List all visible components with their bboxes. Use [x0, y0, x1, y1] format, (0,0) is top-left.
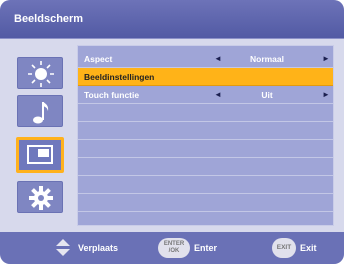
menu-row-empty: [78, 104, 333, 122]
menu-row-empty: [78, 140, 333, 158]
menu-row-label: Aspect: [84, 54, 113, 64]
enter-key-text: ENTER: [163, 241, 185, 247]
menu-row-label: Touch functie: [84, 90, 140, 100]
menu-row-empty: [78, 176, 333, 194]
exit-label: Exit: [300, 243, 317, 253]
left-arrow-icon[interactable]: ◄: [214, 90, 222, 99]
osd-menu-window: Beeldscherm Aspect ◄ Normaal ► Beeldinst…: [0, 0, 344, 264]
right-arrow-icon[interactable]: ►: [322, 54, 330, 63]
exit-key-icon: EXIT: [272, 238, 296, 258]
menu-row-aspect[interactable]: Aspect ◄ Normaal ►: [78, 50, 333, 68]
enter-key-icon: ENTER /OK: [158, 238, 190, 258]
menu-row-empty: [78, 122, 333, 140]
menu-row-empty: [78, 194, 333, 212]
sidebar-item-audio[interactable]: [17, 95, 63, 127]
gear-icon: [29, 186, 53, 210]
music-note-icon: [33, 102, 49, 124]
up-down-arrows-icon: [56, 239, 70, 256]
menu-row-touch-functie[interactable]: Touch functie ◄ Uit ►: [78, 86, 333, 104]
sidebar-item-settings[interactable]: [17, 181, 63, 213]
ok-key-text: /OK: [168, 248, 180, 254]
settings-panel: Aspect ◄ Normaal ► Beeldinstellingen Tou…: [77, 45, 334, 226]
brightness-icon: [28, 61, 54, 87]
menu-row-beeldinstellingen[interactable]: Beeldinstellingen: [78, 68, 333, 86]
key-guide-bar: Verplaats ENTER /OK Enter EXIT Exit: [0, 232, 344, 264]
display-icon: [27, 145, 53, 164]
sidebar-item-display[interactable]: [16, 137, 64, 173]
exit-key-text: EXIT: [276, 244, 292, 251]
sidebar-item-brightness[interactable]: [17, 57, 63, 89]
window-title: Beeldscherm: [14, 13, 84, 25]
menu-row-empty: [78, 212, 333, 225]
menu-row-label: Beeldinstellingen: [84, 72, 155, 82]
title-bar: Beeldscherm: [0, 0, 344, 39]
menu-row-value: Normaal: [249, 54, 284, 64]
enter-label: Enter: [194, 243, 218, 253]
left-arrow-icon[interactable]: ◄: [214, 54, 222, 63]
menu-row-empty: [78, 158, 333, 176]
right-arrow-icon[interactable]: ►: [322, 90, 330, 99]
menu-row-value: Uit: [261, 90, 273, 100]
category-sidebar: [10, 45, 72, 223]
move-label: Verplaats: [78, 243, 119, 253]
